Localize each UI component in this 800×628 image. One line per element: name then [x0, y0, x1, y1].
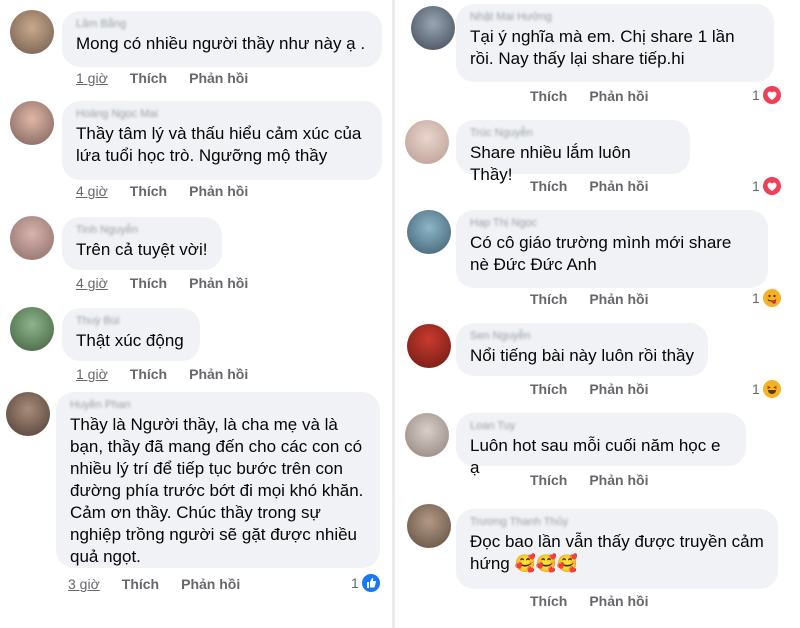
comment-text: Có cô giáo trường mình mới share nè Đức …	[470, 233, 732, 274]
reply-button[interactable]: Phản hồi	[589, 88, 648, 104]
love-reaction-icon	[762, 86, 781, 104]
comment-author[interactable]: Hoàng Ngọc Mai	[76, 108, 368, 121]
comment-bubble: Nhật Mai Hường Tại ý nghĩa mà em. Chị sh…	[456, 4, 774, 82]
comment-text: Đọc bao lần vẫn thấy được truyền cảm hứn…	[470, 532, 764, 573]
comment-time[interactable]: 3 giờ	[68, 576, 100, 592]
reply-button[interactable]: Phản hồi	[589, 593, 648, 609]
comments-column-right: Nhật Mai Hường Tại ý nghĩa mà em. Chị sh…	[395, 0, 800, 628]
reply-button[interactable]: Phản hồi	[181, 576, 240, 592]
comment-bubble: Lâm Bằng Mong có nhiều người thầy như nà…	[62, 11, 382, 67]
comment-text: Trên cả tuyệt vời!	[76, 240, 208, 259]
comment-time[interactable]: 1 giờ	[76, 70, 108, 86]
comment-time[interactable]: 1 giờ	[76, 366, 108, 382]
avatar[interactable]	[6, 392, 50, 436]
comment-author[interactable]: Hạp Thị Ngọc	[470, 217, 754, 230]
haha-reaction-icon	[762, 380, 781, 398]
comment-actions: Thích Phản hồi	[530, 178, 670, 194]
like-button[interactable]: Thích	[130, 275, 167, 291]
avatar[interactable]	[10, 216, 54, 260]
comment-bubble: Sen Nguyễn Nổi tiếng bài này luôn rồi th…	[456, 323, 708, 376]
comments-column-left: Lâm Bằng Mong có nhiều người thầy như nà…	[0, 0, 392, 628]
comment-text: Tại ý nghĩa mà em. Chị share 1 lần rồi. …	[470, 27, 735, 68]
comment-author[interactable]: Loan Tuy	[470, 420, 732, 433]
reaction-count: 1	[752, 178, 760, 194]
avatar[interactable]	[411, 6, 455, 50]
comment-actions: Thích Phản hồi	[530, 472, 670, 488]
reply-button[interactable]: Phản hồi	[189, 183, 248, 199]
reaction-summary[interactable]: 1	[752, 380, 781, 398]
comment-time[interactable]: 4 giờ	[76, 183, 108, 199]
comment-author[interactable]: Tinh Nguyễn	[76, 224, 208, 237]
like-button[interactable]: Thích	[530, 593, 567, 609]
like-button[interactable]: Thích	[130, 70, 167, 86]
comment-actions: 1 giờ Thích Phản hồi	[76, 70, 270, 86]
comment-actions: 4 giờ Thích Phản hồi	[76, 275, 270, 291]
comment-actions: Thích Phản hồi	[530, 593, 670, 609]
reply-button[interactable]: Phản hồi	[189, 366, 248, 382]
comment-actions: Thích Phản hồi	[530, 88, 670, 104]
reaction-count: 1	[752, 381, 760, 397]
comment-bubble: Hạp Thị Ngọc Có cô giáo trường mình mới …	[456, 210, 768, 288]
like-button[interactable]: Thích	[122, 576, 159, 592]
avatar[interactable]	[405, 413, 449, 457]
comment-actions: 1 giờ Thích Phản hồi	[76, 366, 270, 382]
comment-actions: 4 giờ Thích Phản hồi	[76, 183, 270, 199]
comment-author[interactable]: Nhật Mai Hường	[470, 11, 760, 24]
reply-button[interactable]: Phản hồi	[589, 472, 648, 488]
reply-button[interactable]: Phản hồi	[589, 178, 648, 194]
reply-button[interactable]: Phản hồi	[189, 70, 248, 86]
comment-bubble: Hoàng Ngọc Mai Thầy tâm lý và thấu hiểu …	[62, 101, 382, 180]
comment-text: Nổi tiếng bài này luôn rồi thầy	[470, 346, 694, 365]
avatar[interactable]	[407, 210, 451, 254]
reaction-count: 1	[752, 290, 760, 306]
comment-bubble: Tinh Nguyễn Trên cả tuyệt vời!	[62, 217, 222, 270]
like-button[interactable]: Thích	[530, 291, 567, 307]
like-button[interactable]: Thích	[130, 183, 167, 199]
love-reaction-icon	[762, 177, 781, 195]
reaction-summary[interactable]: 1	[351, 574, 380, 592]
like-button[interactable]: Thích	[530, 88, 567, 104]
comment-text: Thầy tâm lý và thấu hiểu cảm xúc của lứa…	[76, 124, 362, 165]
reply-button[interactable]: Phản hồi	[589, 291, 648, 307]
like-button[interactable]: Thích	[130, 366, 167, 382]
comment-text: Thầy là Người thầy, là cha mẹ và là bạn,…	[70, 415, 364, 566]
comment-time[interactable]: 4 giờ	[76, 275, 108, 291]
comment-bubble: Loan Tuy Luôn hot sau mỗi cuối năm học e…	[456, 413, 746, 477]
like-reaction-icon	[361, 574, 380, 592]
haha-tongue-reaction-icon	[762, 289, 781, 307]
reply-button[interactable]: Phản hồi	[589, 381, 648, 397]
comment-actions: 3 giờ Thích Phản hồi	[68, 576, 262, 592]
reaction-summary[interactable]: 1	[752, 86, 781, 104]
reaction-count: 1	[351, 575, 359, 591]
comment-bubble: Huyền Phan Thầy là Người thầy, là cha mẹ…	[56, 392, 380, 568]
comment-text: Thật xúc động	[76, 331, 184, 350]
reaction-count: 1	[752, 87, 760, 103]
reply-button[interactable]: Phản hồi	[189, 275, 248, 291]
comment-bubble: Thuỳ Bùi Thật xúc động	[62, 308, 200, 361]
like-button[interactable]: Thích	[530, 178, 567, 194]
comment-actions: Thích Phản hồi	[530, 381, 670, 397]
reaction-summary[interactable]: 1	[752, 177, 781, 195]
avatar[interactable]	[10, 10, 54, 54]
avatar[interactable]	[10, 307, 54, 351]
comment-author[interactable]: Lâm Bằng	[76, 18, 368, 31]
comment-bubble: Trương Thanh Thủy Đọc bao lần vẫn thấy đ…	[456, 509, 778, 589]
comment-author[interactable]: Sen Nguyễn	[470, 330, 694, 343]
avatar[interactable]	[405, 120, 449, 164]
comment-author[interactable]: Trúc Nguyễn	[470, 127, 676, 140]
reaction-summary[interactable]: 1	[752, 289, 781, 307]
comment-bubble: Trúc Nguyễn Share nhiều lắm luôn Thầy!	[456, 120, 690, 184]
comment-author[interactable]: Trương Thanh Thủy	[470, 516, 764, 529]
avatar[interactable]	[407, 504, 451, 548]
avatar[interactable]	[10, 101, 54, 145]
comment-actions: Thích Phản hồi	[530, 291, 670, 307]
comment-author[interactable]: Huyền Phan	[70, 399, 366, 412]
like-button[interactable]: Thích	[530, 472, 567, 488]
comment-text: Mong có nhiều người thầy như này ạ .	[76, 34, 366, 53]
avatar[interactable]	[407, 324, 451, 368]
like-button[interactable]: Thích	[530, 381, 567, 397]
comment-author[interactable]: Thuỳ Bùi	[76, 315, 186, 328]
